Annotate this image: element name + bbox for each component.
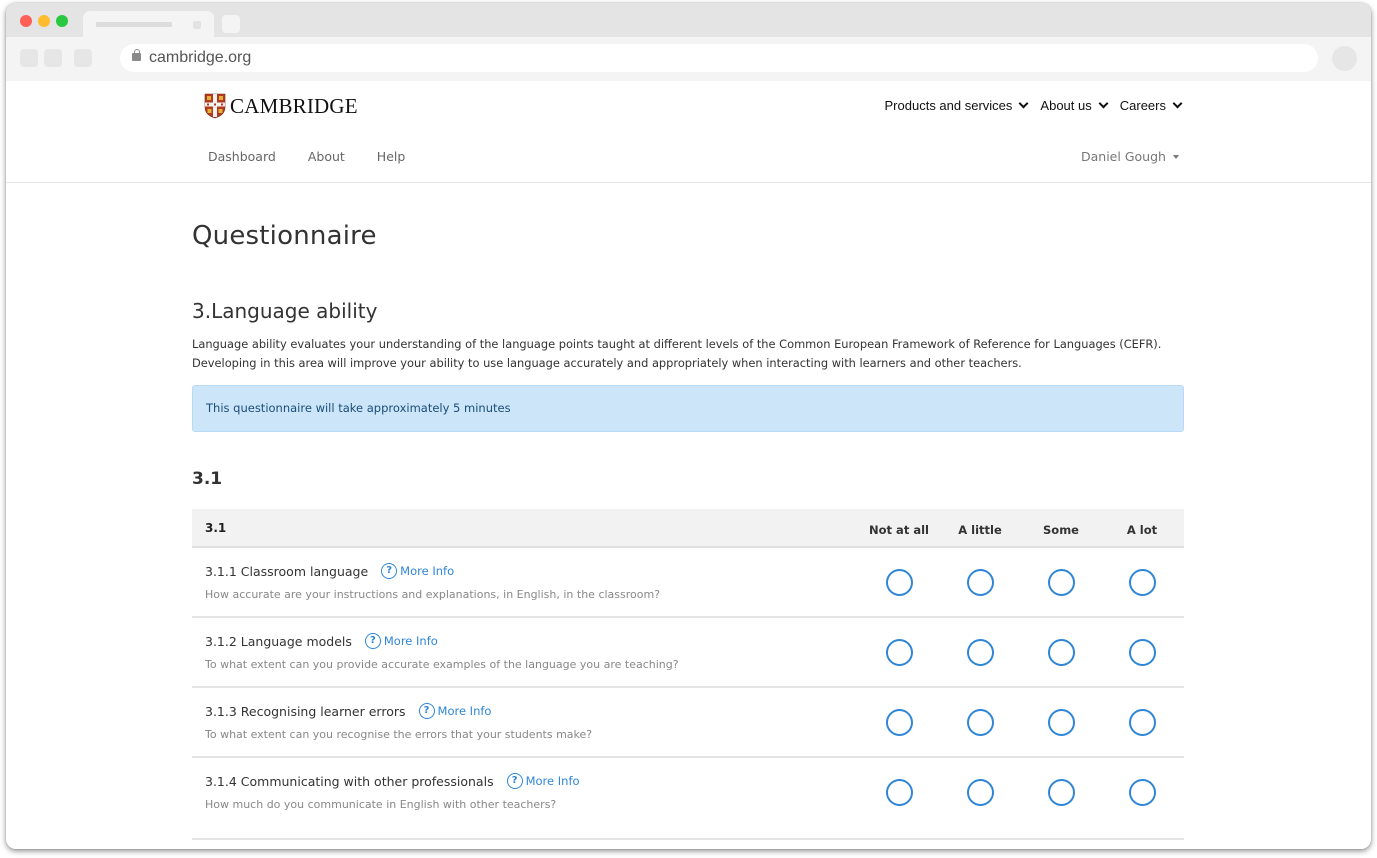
question-title-line: 3.1.3 Recognising learner errors ? More … <box>205 703 491 719</box>
option-header-not-at-all: Not at all <box>869 523 929 537</box>
question-mark-icon: ? <box>506 773 523 789</box>
question-description: How much do you communicate in English w… <box>205 798 557 811</box>
radio-a-lot[interactable] <box>1129 779 1156 806</box>
address-bar[interactable]: cambridge.org <box>120 44 1318 72</box>
question-title: 3.1.4 Communicating with other professio… <box>205 773 494 789</box>
alert-text: This questionnaire will take approximate… <box>206 401 511 415</box>
chevron-down-icon <box>1018 98 1029 109</box>
page-title: Questionnaire <box>192 221 377 251</box>
more-info-link[interactable]: ? More Info <box>418 703 492 719</box>
more-info-label: More Info <box>400 564 455 578</box>
sub-nav-help[interactable]: Help <box>377 149 422 164</box>
sub-nav: Dashboard About Help Daniel Gough <box>6 131 1371 183</box>
question-mark-icon: ? <box>418 703 435 719</box>
new-tab-button[interactable] <box>222 15 240 33</box>
browser-tab[interactable] <box>83 11 214 37</box>
table-row: 3.1.3 Recognising learner errors ? More … <box>192 688 1184 758</box>
radio-not-at-all[interactable] <box>886 709 913 736</box>
top-nav-label: Careers <box>1119 98 1166 113</box>
user-menu[interactable]: Daniel Gough <box>1081 149 1179 164</box>
more-info-label: More Info <box>383 634 438 648</box>
forward-button[interactable] <box>44 49 62 67</box>
question-mark-icon: ? <box>381 563 398 579</box>
question-title: 3.1.3 Recognising learner errors <box>205 703 406 719</box>
question-title-line: 3.1.4 Communicating with other professio… <box>205 773 580 789</box>
table-header: 3.1 Not at all A little Some A lot <box>192 509 1184 548</box>
radio-some[interactable] <box>1048 569 1075 596</box>
browser-window: cambridge.org CAMBRIDGE Products and ser… <box>6 3 1371 849</box>
question-title: 3.1.1 Classroom language <box>205 563 369 579</box>
section-title: 3.Language ability <box>192 299 378 323</box>
chevron-down-icon <box>1172 98 1183 109</box>
back-button[interactable] <box>20 49 38 67</box>
question-description: To what extent can you provide accurate … <box>205 658 679 671</box>
radio-some[interactable] <box>1048 709 1075 736</box>
more-info-label: More Info <box>525 774 580 788</box>
top-nav-careers[interactable]: Careers <box>1119 98 1183 113</box>
radio-a-little[interactable] <box>967 779 994 806</box>
top-nav-label: Products and services <box>884 98 1013 113</box>
more-info-link[interactable]: ? More Info <box>381 563 454 579</box>
radio-not-at-all[interactable] <box>886 639 913 666</box>
radio-a-little[interactable] <box>967 709 994 736</box>
top-nav: Products and services About us Careers <box>884 98 1183 113</box>
more-info-link[interactable]: ? More Info <box>364 633 438 649</box>
site-header: CAMBRIDGE Products and services About us… <box>6 81 1371 131</box>
tab-title-placeholder <box>96 22 172 27</box>
radio-some[interactable] <box>1048 779 1075 806</box>
radio-a-lot[interactable] <box>1129 709 1156 736</box>
minimize-window-button[interactable] <box>38 15 50 27</box>
maximize-window-button[interactable] <box>56 15 68 27</box>
radio-some[interactable] <box>1048 639 1075 666</box>
top-nav-products-and-services[interactable]: Products and services <box>884 98 1029 113</box>
close-window-button[interactable] <box>20 15 32 27</box>
radio-not-at-all[interactable] <box>886 779 913 806</box>
question-title-line: 3.1.1 Classroom language ? More Info <box>205 563 454 579</box>
cambridge-logo[interactable]: CAMBRIDGE <box>204 93 358 119</box>
table-row: 3.1.2 Language models ? More Info To wha… <box>192 618 1184 688</box>
info-alert: This questionnaire will take approximate… <box>192 385 1184 432</box>
profile-avatar[interactable] <box>1332 46 1357 71</box>
option-header-some: Some <box>1043 523 1079 537</box>
logo-text: CAMBRIDGE <box>230 93 358 118</box>
tab-close-icon[interactable] <box>193 21 201 29</box>
question-table: 3.1 Not at all A little Some A lot 3.1.1… <box>192 509 1184 840</box>
question-title-line: 3.1.2 Language models ? More Info <box>205 633 438 649</box>
browser-toolbar: cambridge.org <box>6 37 1371 81</box>
table-row: 3.1.4 Communicating with other professio… <box>192 758 1184 840</box>
lock-icon <box>132 49 141 61</box>
question-mark-icon: ? <box>364 633 381 649</box>
radio-a-little[interactable] <box>967 569 994 596</box>
subsection-title: 3.1 <box>192 469 223 489</box>
page: CAMBRIDGE Products and services About us… <box>6 81 1371 849</box>
sub-nav-links: Dashboard About Help <box>208 149 437 164</box>
caret-down-icon <box>1172 154 1179 159</box>
table-row: 3.1.1 Classroom language ? More Info How… <box>192 548 1184 618</box>
top-nav-label: About us <box>1040 98 1092 113</box>
radio-a-lot[interactable] <box>1129 569 1156 596</box>
reload-button[interactable] <box>74 49 92 67</box>
option-header-a-lot: A lot <box>1126 523 1158 537</box>
section-description: Language ability evaluates your understa… <box>192 337 1162 370</box>
option-header-a-little: A little <box>958 523 1002 537</box>
tab-bar <box>6 3 1371 37</box>
question-title: 3.1.2 Language models <box>205 633 352 649</box>
chevron-down-icon <box>1098 98 1109 109</box>
sub-nav-dashboard[interactable]: Dashboard <box>208 149 292 164</box>
question-description: How accurate are your instructions and e… <box>205 588 661 601</box>
radio-not-at-all[interactable] <box>886 569 913 596</box>
cambridge-crest-icon <box>204 93 226 119</box>
question-description: To what extent can you recognise the err… <box>205 728 593 741</box>
more-info-link[interactable]: ? More Info <box>506 773 580 789</box>
top-nav-about-us[interactable]: About us <box>1040 98 1109 113</box>
radio-a-little[interactable] <box>967 639 994 666</box>
radio-a-lot[interactable] <box>1129 639 1156 666</box>
user-name: Daniel Gough <box>1081 149 1166 164</box>
more-info-label: More Info <box>437 704 492 718</box>
url-text[interactable]: cambridge.org <box>149 49 251 67</box>
table-header-label: 3.1 <box>205 521 227 535</box>
sub-nav-about[interactable]: About <box>308 149 361 164</box>
